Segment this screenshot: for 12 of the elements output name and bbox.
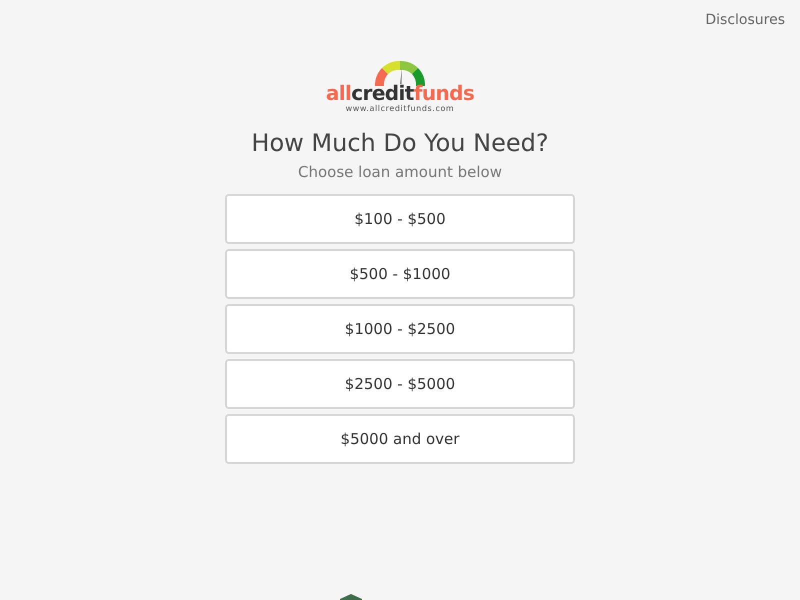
page-title: How Much Do You Need? (251, 128, 549, 158)
disclosures-link[interactable]: Disclosures (705, 11, 785, 29)
loan-amount-option[interactable]: $500 - $1000 (225, 249, 575, 299)
loan-amount-option[interactable]: $2500 - $5000 (225, 359, 575, 409)
logo-text: all (326, 81, 352, 105)
logo-url: www.allcreditfunds.com (346, 104, 454, 114)
loan-amount-option[interactable]: $100 - $500 (225, 194, 575, 244)
loan-amount-option[interactable]: $1000 - $2500 (225, 304, 575, 354)
logo-text: credit (351, 81, 414, 105)
loan-amount-option[interactable]: $5000 and over (225, 414, 575, 464)
logo-text: funds (414, 81, 474, 105)
page-subtitle: Choose loan amount below (298, 162, 502, 182)
